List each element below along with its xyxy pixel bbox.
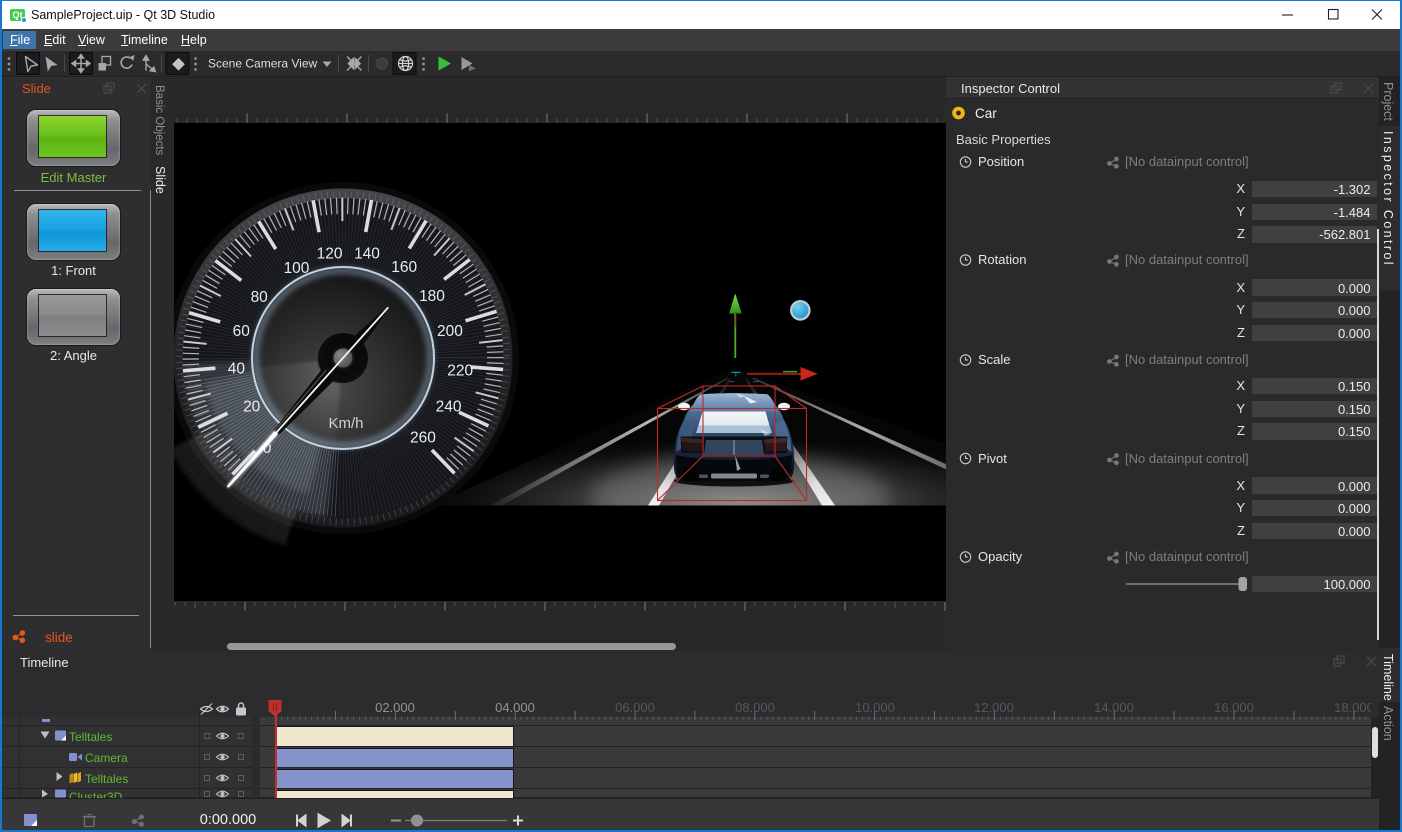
svg-text:120: 120: [317, 246, 343, 263]
svg-text:Km/h: Km/h: [328, 415, 363, 432]
svg-text:18.000: 18.000: [1334, 700, 1371, 715]
svg-text:160: 160: [391, 259, 417, 276]
svg-text:Scene Camera View: Scene Camera View: [208, 57, 318, 71]
svg-text:40: 40: [228, 361, 246, 378]
svg-text:180: 180: [419, 288, 445, 305]
svg-text:200: 200: [437, 323, 463, 340]
svg-text:140: 140: [354, 246, 380, 263]
svg-text:240: 240: [436, 399, 462, 416]
svg-text:260: 260: [410, 430, 436, 447]
svg-text:60: 60: [233, 323, 251, 340]
svg-text:80: 80: [251, 289, 269, 306]
svg-text:20: 20: [243, 399, 261, 416]
svg-text:220: 220: [447, 363, 473, 380]
